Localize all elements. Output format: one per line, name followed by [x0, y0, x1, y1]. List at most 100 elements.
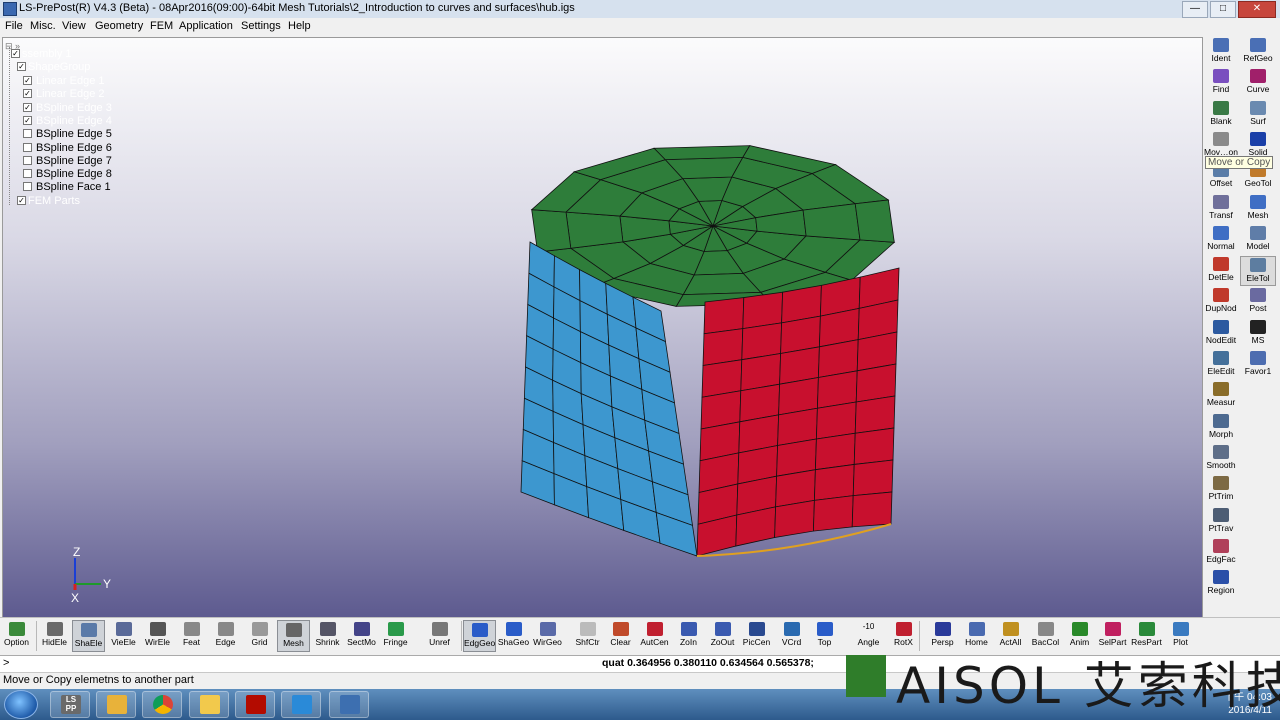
bottom-option-button[interactable]: Option — [0, 620, 33, 652]
tool-nodedit-button[interactable]: NodEdit — [1203, 319, 1239, 349]
bottom-mesh-button[interactable]: Mesh — [277, 620, 310, 652]
tool-measur-button[interactable]: Measur — [1203, 381, 1239, 411]
tool-favor1-button[interactable]: Favor1 — [1240, 350, 1276, 380]
tool-surf-button[interactable]: Surf — [1240, 100, 1276, 130]
tool-blank-button[interactable]: Blank — [1203, 100, 1239, 130]
tool-normal-button[interactable]: Normal — [1203, 225, 1239, 255]
menu-file[interactable]: File — [5, 20, 23, 32]
tool-model-button[interactable]: Model — [1240, 225, 1276, 255]
taskbar-explorer[interactable] — [189, 691, 229, 718]
menu-geometry[interactable]: Geometry — [95, 20, 143, 32]
taskbar-chrome[interactable] — [142, 691, 182, 718]
bottom-zoout-button[interactable]: ZoOut — [706, 620, 739, 652]
mesh-element-red[interactable] — [812, 495, 854, 532]
bottom-fringe-button[interactable]: Fringe — [379, 620, 412, 652]
bottom-grid-button[interactable]: Grid — [243, 620, 276, 652]
mesh-element-red[interactable] — [813, 463, 855, 501]
bottom-unref-button[interactable]: Unref — [423, 620, 456, 652]
bottom-autcen-button[interactable]: AutCen — [638, 620, 671, 652]
taskbar-outlook[interactable] — [96, 691, 136, 718]
menu-help[interactable]: Help — [288, 20, 311, 32]
bottom-shrink-button[interactable]: Shrink — [311, 620, 344, 652]
start-button[interactable] — [4, 690, 38, 719]
bottom-hidele-button[interactable]: HidEle — [38, 620, 71, 652]
tool-eleedit-button[interactable]: EleEdit — [1203, 350, 1239, 380]
tree-checkbox[interactable]: ✓ — [23, 115, 32, 125]
close-button[interactable]: ✕ — [1238, 1, 1276, 18]
menu-fem[interactable]: FEM — [150, 20, 173, 32]
menu-misc[interactable]: Misc. — [30, 20, 56, 32]
taskbar-acrobat[interactable] — [235, 691, 275, 718]
mesh-element-green[interactable] — [802, 203, 861, 241]
minimize-button[interactable]: — — [1182, 1, 1208, 18]
tree-checkbox[interactable] — [23, 129, 32, 139]
mesh-element-red[interactable] — [814, 432, 856, 471]
menu-application[interactable]: Application — [179, 20, 233, 32]
tree-checkbox[interactable] — [23, 169, 32, 179]
tool-dupnod-button[interactable]: DupNod — [1203, 287, 1239, 317]
taskbar-lspp[interactable]: LS PP — [50, 691, 90, 718]
maximize-button[interactable]: □ — [1210, 1, 1236, 18]
mesh-model[interactable] — [3, 38, 1202, 618]
mesh-element-red[interactable] — [853, 427, 895, 465]
mesh-element-red[interactable] — [851, 491, 893, 528]
mesh-element-red[interactable] — [703, 297, 745, 335]
tree-checkbox[interactable] — [23, 182, 32, 192]
menu-settings[interactable]: Settings — [241, 20, 281, 32]
bottom-piccen-button[interactable]: PicCen — [740, 620, 773, 652]
bottom-sectmo-button[interactable]: SectMo — [345, 620, 378, 652]
bottom-wirgeo-button[interactable]: WirGeo — [531, 620, 564, 652]
mesh-element-red[interactable] — [854, 395, 896, 434]
mesh-element-red[interactable] — [855, 363, 897, 403]
mesh-element-red[interactable] — [852, 459, 894, 497]
bottom-zoin-button[interactable]: ZoIn — [672, 620, 705, 652]
tree-checkbox[interactable] — [23, 142, 32, 152]
menu-view[interactable]: View — [62, 20, 86, 32]
tree-checkbox[interactable]: ✓ — [11, 49, 20, 58]
mesh-element-red[interactable] — [742, 291, 784, 330]
tool-ms-button[interactable]: MS — [1240, 319, 1276, 349]
mesh-element-red[interactable] — [815, 401, 857, 440]
tool-transf-button[interactable]: Transf — [1203, 194, 1239, 224]
mesh-element-green[interactable] — [653, 145, 751, 161]
tool-ident-button[interactable]: Ident — [1203, 37, 1239, 67]
tool-mesh-button[interactable]: Mesh — [1240, 194, 1276, 224]
tree-checkbox[interactable]: ✓ — [17, 196, 26, 205]
tree-checkbox[interactable]: ✓ — [23, 89, 32, 99]
tool-post-button[interactable]: Post — [1240, 287, 1276, 317]
bottom-wirele-button[interactable]: WirEle — [141, 620, 174, 652]
mesh-element-red[interactable] — [774, 499, 815, 538]
tool-curve-button[interactable]: Curve — [1240, 68, 1276, 98]
taskbar-app[interactable] — [329, 691, 369, 718]
graphics-viewport[interactable]: ⊟ » ✓ ssembly 1 ✓ ShapeGroup ✓ Linear Edg… — [2, 37, 1203, 619]
tree-checkbox[interactable]: ✓ — [23, 76, 32, 85]
tree-checkbox[interactable]: ✓ — [17, 62, 26, 71]
bottom-angle-button[interactable]: -10 Angle — [852, 620, 885, 652]
tool-detele-button[interactable]: DetEle — [1203, 256, 1239, 286]
mesh-element-red[interactable] — [702, 328, 744, 366]
mesh-element-green[interactable] — [565, 211, 624, 249]
tool-pttrim-button[interactable]: PtTrim — [1203, 475, 1239, 505]
mesh-element-green[interactable] — [854, 199, 895, 243]
tree-checkbox[interactable] — [23, 155, 32, 165]
tool-eletol-button[interactable]: EleTol — [1240, 256, 1276, 287]
bottom-edge-button[interactable]: Edge — [209, 620, 242, 652]
tree-checkbox[interactable]: ✓ — [23, 102, 32, 112]
tool-edgfac-button[interactable]: EdgFac — [1203, 538, 1239, 568]
tool-smooth-button[interactable]: Smooth — [1203, 444, 1239, 474]
mesh-element-green[interactable] — [531, 209, 572, 253]
bottom-shfctr-button[interactable]: ShfCtr — [571, 620, 604, 652]
tool-refgeo-button[interactable]: RefGeo — [1240, 37, 1276, 67]
tool-pttrav-button[interactable]: PtTrav — [1203, 507, 1239, 537]
bottom-shageo-button[interactable]: ShaGeo — [497, 620, 530, 652]
taskbar-media[interactable] — [281, 691, 321, 718]
tool-find-button[interactable]: Find — [1203, 68, 1239, 98]
tool-region-button[interactable]: Region — [1203, 569, 1239, 599]
bottom-feat-button[interactable]: Feat — [175, 620, 208, 652]
bottom-vieele-button[interactable]: VieEle — [107, 620, 140, 652]
bottom-top-button[interactable]: Top — [808, 620, 841, 652]
bottom-edggeo-button[interactable]: EdgGeo — [463, 620, 496, 652]
bottom-vcrd-button[interactable]: VCrd — [775, 620, 808, 652]
bottom-shaele-button[interactable]: ShaEle — [72, 620, 105, 652]
tool-morph-button[interactable]: Morph — [1203, 413, 1239, 443]
